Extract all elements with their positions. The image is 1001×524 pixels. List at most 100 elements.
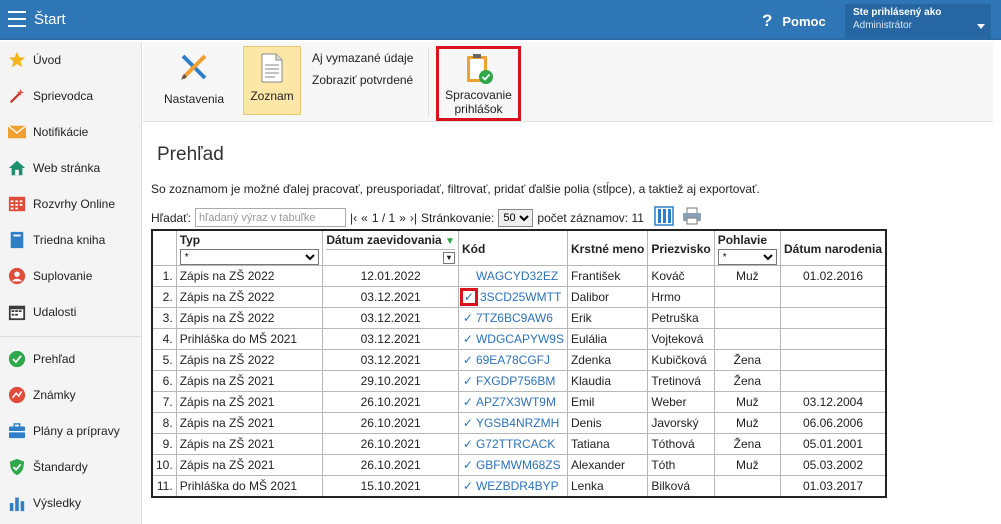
- application-code-link[interactable]: FXGDP756BM: [476, 374, 555, 388]
- pohlavie-filter-select[interactable]: *: [717, 249, 777, 265]
- col-meno[interactable]: Krstné meno: [566, 229, 649, 266]
- col-pohlavie-label: Pohlavie: [717, 233, 768, 247]
- cell-kod[interactable]: ✓ 69EA78CGFJ: [457, 349, 568, 371]
- datum-filter-dropdown-icon[interactable]: ▾: [442, 252, 455, 264]
- pager-prev-button[interactable]: «: [361, 211, 368, 225]
- sidebar-item-uvod[interactable]: Úvod: [0, 42, 141, 78]
- sidebar-item-web-stranka[interactable]: Web stránka: [0, 150, 141, 186]
- cell-kod[interactable]: ✓ APZ7X3WT9M: [457, 391, 568, 413]
- process-label-line1: Spracovanie: [445, 88, 512, 102]
- application-code-link[interactable]: GBFMWM68ZS: [476, 458, 561, 472]
- sidebar-divider: [0, 336, 141, 337]
- sidebar-item-label: Úvod: [33, 53, 62, 67]
- table-row[interactable]: 6. Zápis na ZŠ 2021 29.10.2021 ✓ FXGDP756BM K…: [151, 370, 887, 392]
- sidebar-item-label: Web stránka: [33, 161, 101, 175]
- list-button[interactable]: Zoznam: [243, 46, 301, 115]
- table-row[interactable]: 1. Zápis na ZŠ 2022 12.01.2022 WAGCYD32EZ Fr…: [151, 265, 887, 287]
- sidebar-item-label: Notifikácie: [33, 125, 89, 139]
- cell-kod[interactable]: ✓ FXGDP756BM: [457, 370, 568, 392]
- pager-next-button[interactable]: »: [399, 211, 406, 225]
- sort-desc-icon: ▼: [445, 236, 455, 247]
- table-row[interactable]: 5. Zápis na ZŠ 2022 03.12.2021 ✓ 69EA78CGFJ Z…: [151, 349, 887, 371]
- application-code-link[interactable]: 3SCD25WMTT: [480, 290, 561, 304]
- record-count: počet záznamov: 11: [537, 210, 644, 225]
- help-button[interactable]: ? Pomoc: [762, 11, 826, 31]
- cell-kod[interactable]: ✓ YGSB4NRZMH: [457, 412, 568, 434]
- cell-kod[interactable]: ✓ G72TTRCACK: [457, 433, 568, 455]
- bar-chart-icon: [7, 493, 27, 513]
- col-narodenie[interactable]: Dátum narodenia: [779, 229, 887, 266]
- table-row[interactable]: 11. Prihláška do MŠ 2021 15.10.2021 ✓ WEZBDR…: [151, 475, 887, 497]
- col-typ[interactable]: Typ *: [175, 229, 324, 266]
- typ-filter-select[interactable]: *: [179, 249, 320, 265]
- columns-icon[interactable]: [654, 206, 674, 229]
- col-kod[interactable]: Kód: [457, 229, 568, 266]
- col-datum[interactable]: Dátum zaevidovania ▼ ▾: [322, 229, 459, 266]
- confirmed-check-icon: ✓: [462, 416, 473, 430]
- cell-kod[interactable]: ✓ WDGCAPYW9S: [457, 328, 568, 350]
- application-code-link[interactable]: WDGCAPYW9S: [476, 332, 564, 346]
- col-index: [151, 229, 177, 266]
- table-row[interactable]: 9. Zápis na ZŠ 2021 26.10.2021 ✓ G72TTRCACK T…: [151, 433, 887, 455]
- application-code-link[interactable]: WEZBDR4BYP: [476, 479, 559, 493]
- sidebar-item-rozvrhy-online[interactable]: Rozvrhy Online: [0, 186, 141, 222]
- user-menu[interactable]: Ste prihlásený ako Administrátor: [845, 4, 991, 38]
- search-input[interactable]: [195, 208, 347, 227]
- sidebar-item-label: Známky: [33, 388, 76, 402]
- cell-kod[interactable]: ✓ GBFMWM68ZS: [457, 454, 568, 476]
- cell-narodenie: 01.02.2016: [779, 265, 887, 287]
- page-size-select[interactable]: 50: [498, 208, 534, 227]
- sidebar-item-udalosti[interactable]: Udalosti: [0, 294, 141, 330]
- pager-first-button[interactable]: |‹: [350, 211, 357, 225]
- confirmed-check-icon: ✓: [462, 311, 473, 325]
- cell-datum: 26.10.2021: [322, 412, 459, 434]
- sidebar-item-suplovanie[interactable]: Suplovanie: [0, 258, 141, 294]
- sidebar-item-standardy[interactable]: Štandardy: [0, 449, 141, 485]
- cell-kod[interactable]: WAGCYD32EZ: [457, 265, 568, 287]
- hamburger-menu-icon[interactable]: [8, 11, 26, 27]
- col-pohlavie[interactable]: Pohlavie *: [713, 229, 781, 266]
- datum-filter[interactable]: ▾: [326, 249, 455, 265]
- table-row[interactable]: 7. Zápis na ZŠ 2021 26.10.2021 ✓ APZ7X3WT9M E…: [151, 391, 887, 413]
- show-confirmed-link[interactable]: Zobraziť potvrdené: [312, 73, 413, 87]
- cell-priezvisko: Petruška: [647, 307, 715, 329]
- show-deleted-link[interactable]: Aj vymazané údaje: [312, 51, 413, 65]
- sidebar-item-label: Suplovanie: [33, 269, 93, 283]
- caret-down-icon: [977, 24, 985, 29]
- cell-pohlavie: [713, 307, 781, 329]
- sidebar-item-notifikacie[interactable]: Notifikácie: [0, 114, 141, 150]
- table-row[interactable]: 4. Prihláška do MŠ 2021 03.12.2021 ✓ WDGCAPY…: [151, 328, 887, 350]
- application-code-link[interactable]: YGSB4NRZMH: [476, 416, 559, 430]
- application-code-link[interactable]: 69EA78CGFJ: [476, 353, 550, 367]
- col-kod-label: Kód: [461, 242, 486, 256]
- table-row[interactable]: 10. Zápis na ZŠ 2021 26.10.2021 ✓ GBFMWM68ZS…: [151, 454, 887, 476]
- sidebar-item-znamky[interactable]: Známky: [0, 377, 141, 413]
- cell-meno: Alexander: [566, 454, 649, 476]
- page-title: Prehľad: [157, 144, 224, 165]
- cell-datum: 26.10.2021: [322, 454, 459, 476]
- application-code-link[interactable]: 7TZ6BC9AW6: [476, 311, 553, 325]
- sidebar-item-prehlad[interactable]: Prehľad: [0, 341, 141, 377]
- cell-priezvisko: Kováč: [647, 265, 715, 287]
- process-applications-button[interactable]: Spracovanie prihlášok: [436, 46, 521, 121]
- table-row[interactable]: 2. Zápis na ZŠ 2022 03.12.2021 ✓ 3SCD25WMTT D…: [151, 286, 887, 308]
- table-row[interactable]: 8. Zápis na ZŠ 2021 26.10.2021 ✓ YGSB4NRZMH D…: [151, 412, 887, 434]
- application-code-link[interactable]: G72TTRCACK: [476, 437, 555, 451]
- application-code-link[interactable]: APZ7X3WT9M: [476, 395, 556, 409]
- cell-kod[interactable]: ✓ WEZBDR4BYP: [457, 475, 568, 497]
- col-priezvisko[interactable]: Priezvisko: [647, 229, 715, 266]
- print-icon[interactable]: [682, 206, 702, 229]
- sidebar-item-plany-a-pripravy[interactable]: Plány a prípravy: [0, 413, 141, 449]
- cell-kod[interactable]: ✓ 7TZ6BC9AW6: [457, 307, 568, 329]
- application-code-link[interactable]: WAGCYD32EZ: [476, 269, 558, 283]
- pager-last-button[interactable]: ›|: [410, 211, 417, 225]
- sidebar-item-vysledky[interactable]: Výsledky: [0, 485, 141, 521]
- cell-typ: Zápis na ZŠ 2021: [175, 391, 324, 413]
- sidebar-item-triedna-kniha[interactable]: Triedna kniha: [0, 222, 141, 258]
- sidebar-item-sprievodca[interactable]: Sprievodca: [0, 78, 141, 114]
- cell-pohlavie: Žena: [713, 370, 781, 392]
- cell-datum: 26.10.2021: [322, 433, 459, 455]
- cell-kod[interactable]: ✓ 3SCD25WMTT: [457, 286, 568, 308]
- table-row[interactable]: 3. Zápis na ZŠ 2022 03.12.2021 ✓ 7TZ6BC9AW6 E…: [151, 307, 887, 329]
- settings-button[interactable]: Nastavenia: [163, 52, 225, 106]
